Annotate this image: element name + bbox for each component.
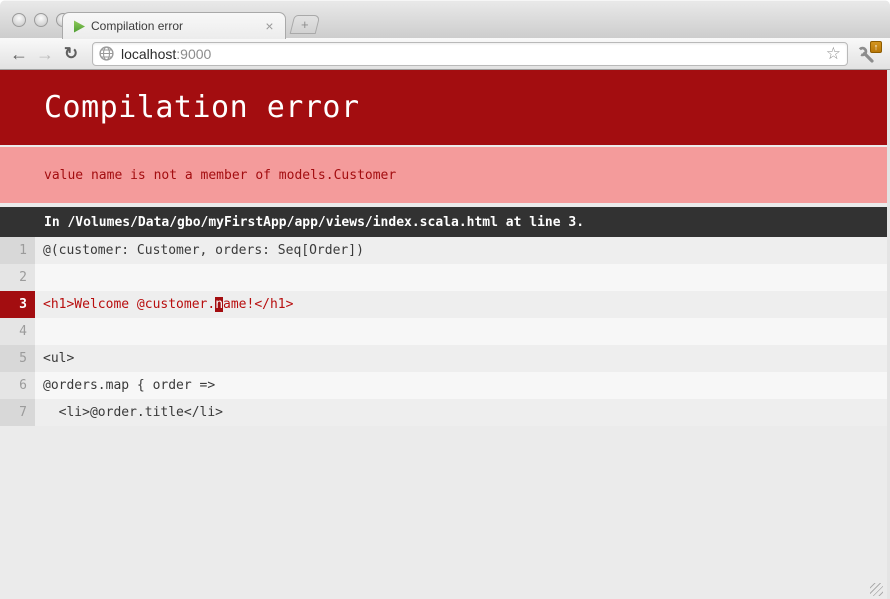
code-line: 6 @orders.map { order =>	[0, 372, 887, 399]
back-button[interactable]: ←	[6, 43, 32, 65]
url-port: :9000	[176, 46, 211, 62]
resize-grip[interactable]	[870, 583, 883, 596]
browser-window: Compilation error × + ← → ↻ localhost:90…	[0, 0, 890, 599]
line-number: 2	[0, 264, 35, 291]
bookmark-star-icon[interactable]: ☆	[826, 45, 841, 62]
line-number: 7	[0, 399, 35, 426]
code-line: 4	[0, 318, 887, 345]
line-number: 5	[0, 345, 35, 372]
code-line: 5 <ul>	[0, 345, 887, 372]
close-window-button[interactable]	[12, 13, 26, 27]
code-line: 3 <h1>Welcome @customer.name!</h1>	[0, 291, 887, 318]
url-text[interactable]: localhost:9000	[121, 46, 826, 62]
minimize-window-button[interactable]	[34, 13, 48, 27]
code-listing: 1 @(customer: Customer, orders: Seq[Orde…	[0, 237, 887, 426]
code-text: <li>@order.title</li>	[35, 405, 223, 420]
tab-title: Compilation error	[91, 19, 262, 33]
code-text: <ul>	[35, 351, 74, 366]
code-line: 1 @(customer: Customer, orders: Seq[Orde…	[0, 237, 887, 264]
error-detail: value name is not a member of models.Cus…	[0, 147, 887, 203]
code-line: 7 <li>@order.title</li>	[0, 399, 887, 426]
error-marker: n	[215, 297, 223, 312]
error-banner: Compilation error	[0, 70, 887, 145]
tab-strip: Compilation error × +	[0, 0, 890, 38]
code-text: @orders.map { order =>	[35, 378, 215, 393]
error-message: value name is not a member of models.Cus…	[44, 168, 396, 183]
error-location: In /Volumes/Data/gbo/myFirstApp/app/view…	[44, 215, 584, 230]
page-title: Compilation error	[44, 90, 360, 125]
reload-button[interactable]: ↻	[58, 43, 84, 65]
line-number: 6	[0, 372, 35, 399]
code-line: 2	[0, 264, 887, 291]
code-text	[35, 324, 43, 339]
code-text: <h1>Welcome @customer.name!</h1>	[35, 297, 293, 312]
code-text: @(customer: Customer, orders: Seq[Order]…	[35, 243, 364, 258]
browser-toolbar: ← → ↻ localhost:9000 ☆ ↑	[0, 38, 890, 70]
line-number: 4	[0, 318, 35, 345]
url-host: localhost	[121, 46, 176, 62]
plus-icon: +	[301, 18, 309, 31]
code-text	[35, 270, 43, 285]
error-path-bar: In /Volumes/Data/gbo/myFirstApp/app/view…	[0, 207, 887, 237]
globe-icon	[99, 46, 114, 61]
line-number: 1	[0, 237, 35, 264]
tab-compilation-error[interactable]: Compilation error ×	[62, 12, 286, 39]
tab-close-icon[interactable]: ×	[262, 19, 277, 33]
new-tab-button[interactable]: +	[290, 15, 321, 34]
line-number: 3	[0, 291, 35, 318]
play-framework-icon	[73, 20, 86, 33]
error-page: Compilation error value name is not a me…	[0, 70, 890, 599]
forward-button[interactable]: →	[32, 43, 58, 65]
address-bar[interactable]: localhost:9000 ☆	[92, 42, 848, 66]
update-badge: ↑	[870, 41, 882, 53]
wrench-menu-button[interactable]: ↑	[856, 41, 882, 67]
